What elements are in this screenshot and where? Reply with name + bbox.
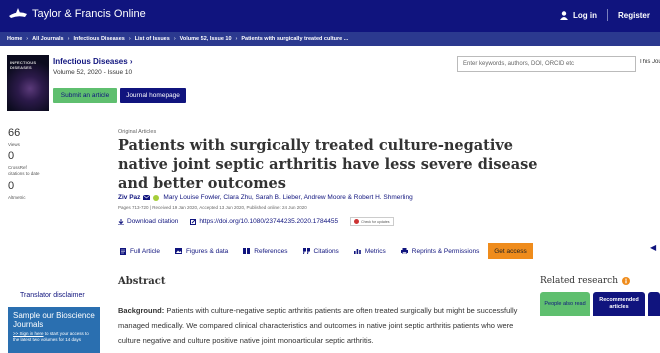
info-icon[interactable] (622, 277, 630, 285)
tandf-logo[interactable]: Taylor & Francis Online (8, 8, 146, 20)
doi-link[interactable]: https://doi.org/10.1080/23744235.2020.17… (190, 218, 338, 225)
doi-label: https://doi.org/10.1080/23744235.2020.17… (199, 218, 339, 225)
tab-recommended-articles[interactable]: Recommended articles (593, 292, 645, 316)
crossref-label: CrossRef citations to date (8, 165, 40, 176)
abstract-text: Background: Patients with culture-negati… (118, 303, 528, 348)
breadcrumb-all-journals[interactable]: All Journals (32, 36, 63, 42)
tab-reprints[interactable]: Reprints & Permissions (400, 247, 480, 255)
background-text: Patients with culture-negative septic ar… (118, 306, 518, 345)
crossref-count[interactable]: 0 (8, 150, 14, 162)
tab-label: Reprints & Permissions (411, 247, 480, 255)
tab-metrics[interactable]: Metrics (353, 247, 386, 255)
tab-label: References (254, 247, 288, 255)
chevron-right-icon: › (235, 36, 238, 42)
promo-sign-in-link[interactable]: >> Sign in here (13, 331, 44, 336)
tab-label: Full Article (130, 247, 160, 255)
orcid-icon[interactable] (153, 194, 160, 201)
translator-disclaimer-link[interactable]: Translator disclaimer (20, 292, 85, 299)
tab-label: Figures & data (185, 247, 229, 255)
tab-label: Citations (313, 247, 339, 255)
related-research-heading: Related research (540, 276, 630, 286)
top-header: Taylor & Francis Online Log in Register (0, 0, 660, 32)
check-updates-badge[interactable]: Check for updates (350, 217, 394, 226)
quote-icon (302, 248, 310, 254)
boat-logo-icon (9, 8, 27, 18)
book-icon (243, 248, 251, 254)
header-divider (606, 9, 608, 21)
breadcrumb-issues[interactable]: List of Issues (135, 36, 170, 42)
search-input[interactable]: Enter keywords, authors, DOI, ORCID etc (457, 56, 636, 72)
journal-title[interactable]: Infectious Diseases › (53, 57, 133, 66)
chevron-right-icon: › (128, 36, 131, 42)
altmetric-label: Altmetric (8, 195, 26, 200)
envelope-icon[interactable] (143, 195, 151, 200)
abstract-heading: Abstract (118, 276, 166, 287)
journal-homepage-button[interactable]: Journal homepage (120, 88, 186, 103)
author-list: Ziv Paz Mary Louise Fowler, Clara Zhu, S… (118, 194, 413, 201)
tab-more-clipped[interactable] (648, 292, 660, 316)
breadcrumb-home[interactable]: Home (7, 36, 22, 42)
download-citation-label: Download citation (127, 218, 179, 225)
lead-author[interactable]: Ziv Paz (118, 194, 140, 201)
download-citation-link[interactable]: Download citation (118, 218, 178, 225)
tab-citations[interactable]: Citations (302, 247, 339, 255)
logo-text: Taylor & Francis Online (32, 8, 146, 20)
submit-article-button[interactable]: Submit an article (53, 88, 117, 103)
tab-references[interactable]: References (243, 247, 288, 255)
views-label: Views (8, 142, 20, 147)
register-link[interactable]: Register (618, 11, 650, 20)
chevron-right-icon: › (67, 36, 70, 42)
views-count: 66 (8, 127, 21, 139)
breadcrumb-volume[interactable]: Volume 52, Issue 10 (180, 36, 232, 42)
image-icon (174, 248, 182, 254)
co-authors[interactable]: Mary Louise Fowler, Clara Zhu, Sarah B. … (163, 194, 412, 201)
chevron-right-icon: › (26, 36, 29, 42)
article-tabs: Full Article Figures & data References C… (120, 243, 494, 259)
get-access-button[interactable]: Get access (488, 243, 533, 259)
share-icon[interactable]: ◀ (650, 243, 660, 259)
altmetric-count[interactable]: 0 (8, 180, 14, 192)
search-scope-select[interactable]: This Journal (639, 59, 660, 65)
print-icon (400, 248, 408, 254)
tab-label: Metrics (364, 247, 386, 255)
journal-cover-image[interactable]: INFECTIOUS DISEASES (7, 55, 49, 111)
breadcrumb: Home › All Journals › Infectious Diseases ›… (0, 32, 660, 46)
login-link[interactable]: Log in (573, 11, 597, 20)
journal-volume[interactable]: Volume 52, 2020 - Issue 10 (53, 69, 132, 76)
promo-text: >> Sign in here to start your access to … (13, 331, 95, 342)
article-dates: Pages 713-720 | Received 19 Jan 2020, Ac… (118, 205, 307, 210)
article-type: Original Articles (118, 129, 157, 135)
check-updates-label: Check for updates (361, 219, 390, 224)
article-links: Download citation https://doi.org/10.108… (118, 217, 394, 226)
chevron-right-icon: › (173, 36, 176, 42)
cover-title: INFECTIOUS DISEASES (10, 60, 37, 70)
tab-figures-data[interactable]: Figures & data (174, 247, 229, 255)
tab-people-also-read[interactable]: People also read (540, 292, 590, 316)
breadcrumb-article: Patients with surgically treated culture… (241, 36, 349, 42)
promo-banner[interactable]: Sample our Bioscience Journals >> Sign i… (8, 307, 100, 353)
bar-chart-icon (353, 248, 361, 254)
background-label: Background: (118, 306, 165, 315)
breadcrumb-journal[interactable]: Infectious Diseases (73, 36, 124, 42)
crossmark-icon (354, 219, 360, 224)
document-icon (120, 247, 126, 255)
download-icon (118, 218, 124, 225)
article-title: Patients with surgically treated culture… (118, 137, 538, 192)
link-icon (190, 218, 197, 225)
related-heading-text: Related research (540, 276, 618, 286)
user-icon (559, 10, 568, 20)
tab-full-article[interactable]: Full Article (120, 247, 160, 255)
promo-title: Sample our Bioscience Journals (13, 311, 95, 329)
